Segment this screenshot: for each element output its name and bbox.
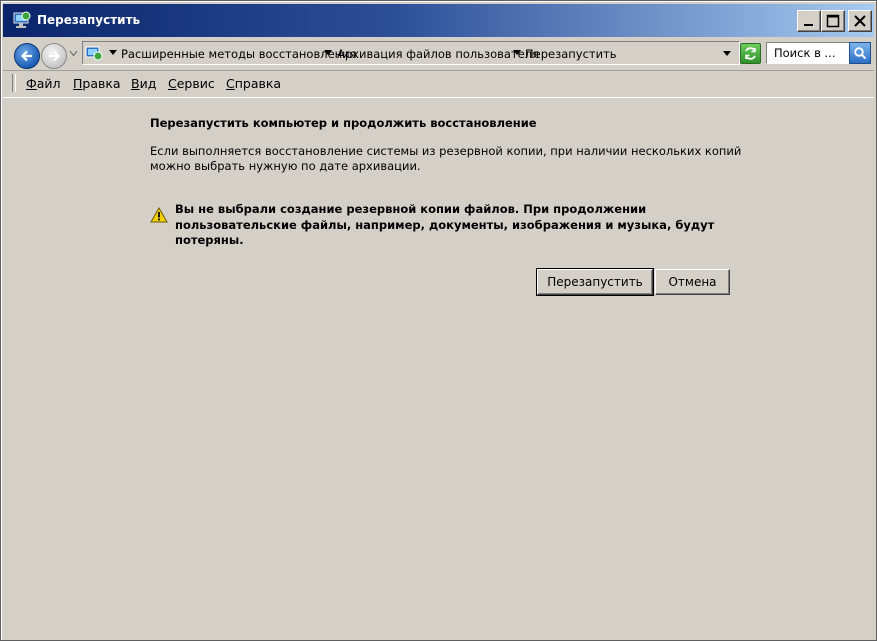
back-arrow-icon [20, 50, 32, 62]
navigation-bar: Расширенные методы восстановления Архива… [3, 38, 874, 71]
maximize-icon [826, 14, 840, 28]
breadcrumb-advanced-recovery[interactable]: Расширенные методы восстановления [121, 47, 357, 61]
breadcrumb-chevron-icon[interactable] [513, 50, 521, 55]
search-input[interactable]: Поиск в ... [766, 42, 850, 64]
window-title: Перезапустить [37, 13, 141, 27]
restart-window: Перезапустить Расширенные методы восстан… [0, 0, 877, 641]
page-description: Если выполняется восстановление системы … [150, 144, 742, 173]
address-dropdown-icon[interactable] [723, 51, 731, 56]
search-placeholder: Поиск в ... [774, 46, 836, 60]
breadcrumb-chevron-icon[interactable] [109, 50, 117, 55]
address-bar[interactable]: Расширенные методы восстановления Архива… [82, 41, 740, 65]
refresh-icon [745, 47, 756, 60]
restart-button[interactable]: Перезапустить [536, 268, 654, 296]
forward-button[interactable] [41, 43, 67, 69]
menu-view[interactable]: Вид [131, 76, 156, 91]
minimize-button[interactable] [797, 10, 821, 32]
menu-help[interactable]: Справка [226, 76, 281, 91]
main-content: Перезапустить компьютер и продолжить вос… [3, 97, 874, 639]
search-icon [854, 47, 867, 60]
warning-icon [150, 207, 168, 223]
menu-edit[interactable]: Правка [73, 76, 121, 91]
cancel-button[interactable]: Отмена [655, 269, 730, 295]
menu-tools[interactable]: Сервис [168, 76, 215, 91]
refresh-button[interactable] [740, 43, 761, 64]
back-button[interactable] [14, 43, 40, 69]
breadcrumb-restart[interactable]: Перезапустить [525, 47, 617, 61]
close-button[interactable] [848, 10, 872, 32]
close-icon [854, 15, 866, 27]
restore-app-icon [13, 11, 31, 28]
search-button[interactable] [849, 42, 871, 64]
forward-arrow-icon [49, 50, 61, 62]
minimize-icon [804, 24, 813, 26]
menu-grip[interactable] [12, 74, 16, 92]
title-bar[interactable]: Перезапустить [3, 4, 874, 37]
warning-message: Вы не выбрали создание резервной копии ф… [175, 202, 715, 247]
maximize-button[interactable] [821, 10, 845, 32]
menu-file[interactable]: Файл [26, 76, 61, 91]
menu-bar: Файл Правка Вид Сервис Справка [3, 71, 874, 96]
page-heading: Перезапустить компьютер и продолжить вос… [150, 116, 537, 130]
breadcrumb-chevron-icon[interactable] [324, 50, 332, 55]
history-dropdown-icon[interactable] [69, 50, 78, 57]
control-panel-icon [85, 46, 103, 61]
breadcrumb-user-file-backup[interactable]: Архивация файлов пользователя [337, 47, 539, 61]
